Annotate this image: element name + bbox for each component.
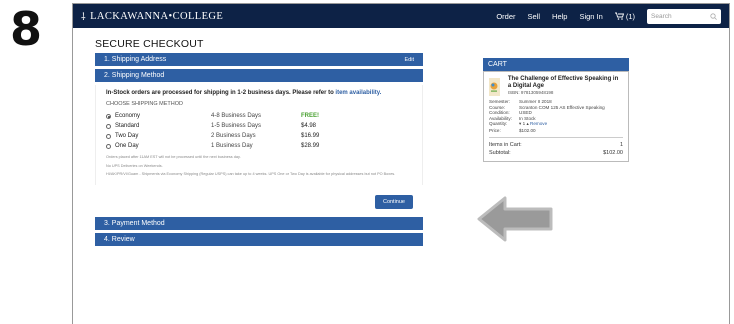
remove-link[interactable]: Remove [530,121,547,126]
search-input[interactable]: Search [647,8,721,24]
edit-address-link[interactable]: Edit [405,57,414,63]
quantity-down-icon[interactable]: ▾ [519,121,521,126]
book-isbn: ISBN: 9781305948198 [507,90,554,96]
option-name: Economy [115,113,141,119]
item-availability-link[interactable]: item availability. [335,90,381,96]
page-title: SECURE CHECKOUT [95,38,204,50]
logo-text: LACKAWANNA•COLLEGE [90,10,224,22]
step-number: 8 [10,2,43,56]
detail-label: Condition: [489,110,510,116]
search-placeholder: Search [651,12,672,20]
search-icon[interactable] [710,12,717,20]
step-payment-method[interactable]: 3. Payment Method [95,217,423,231]
nav-sign-in[interactable]: Sign In [579,12,602,21]
nav-sell[interactable]: Sell [528,12,541,21]
step-label: 3. Payment Method [104,220,165,228]
option-days: 2 Business Days [211,133,256,139]
detail-label: Quantity: [489,121,508,127]
shipping-option-two-day[interactable]: Two Day 2 Business Days $16.99 [106,131,412,141]
radio-two-day[interactable] [106,133,111,139]
step-shipping-method[interactable]: 2. Shipping Method [95,69,423,82]
weekend-note: No UPS Deliveries on Weekends. [106,163,163,168]
cart-link[interactable]: (1) [614,11,635,21]
quantity-value[interactable]: 1 [523,121,526,126]
option-days: 4-8 Business Days [211,113,262,119]
item-details: Semester: Summer II 2018 Course: Scranton … [489,99,623,133]
option-days: 1 Business Day [211,143,253,149]
radio-one-day[interactable] [106,143,111,149]
continue-row: Continue [95,185,423,217]
cart-body: The Challenge of Effective Speaking in a… [483,71,629,163]
detail-value: Summer II 2018 [519,99,552,104]
college-logo[interactable]: ⸸ LACKAWANNA•COLLEGE [81,9,224,24]
detail-label: Course: [489,104,506,110]
cart-divider [489,136,623,138]
step-label: 1. Shipping Address [104,56,167,63]
shopping-cart-icon [614,12,624,20]
radio-economy[interactable] [106,113,111,119]
step-label: 4. Review [104,236,135,244]
option-price: FREE! [301,113,319,119]
top-nav: Order Sell Help Sign In (1) Search [496,8,721,24]
step-label: 2. Shipping Method [104,72,165,79]
items-label: Items in Cart: [489,141,522,148]
option-price: $28.99 [301,143,320,149]
radio-standard[interactable] [106,123,111,129]
items-in-cart-row: Items in Cart: 1 [489,142,623,150]
continue-button[interactable]: Continue [374,195,413,210]
shipping-option-one-day[interactable]: One Day 1 Business Day $28.99 [106,141,412,151]
cart-count: (1) [625,11,635,21]
step-shipping-address[interactable]: 1. Shipping Address Edit [95,53,423,66]
option-price: $4.98 [301,123,317,129]
nav-order[interactable]: Order [496,12,515,21]
choose-method-label: CHOOSE SHIPPING METHOD [106,101,184,107]
top-nav-bar: ⸸ LACKAWANNA•COLLEGE Order Sell Help Sig… [73,4,729,28]
cart-item: The Challenge of Effective Speaking in a… [489,76,623,96]
subtotal-value: $102.00 [603,149,623,156]
notice-text: In-Stock orders are processed for shippi… [106,90,336,96]
shipping-option-economy[interactable]: Economy 4-8 Business Days FREE! [106,111,412,121]
detail-label: Availability: [489,115,512,121]
quantity-control: ▾ 1 ▴ Remove [519,121,623,127]
cart-heading: CART [483,58,629,71]
nav-help[interactable]: Help [552,12,567,21]
cart-panel: CART The Challenge of Effective Speaking… [483,58,629,163]
step-review[interactable]: 4. Review [95,233,423,247]
logo-mark-icon: ⸸ [81,12,87,23]
detail-value: $102.00 [519,127,536,133]
detail-value: USED [519,110,532,116]
quantity-up-icon[interactable]: ▴ [526,121,528,126]
pointer-arrow-icon [477,196,553,242]
option-name: One Day [115,143,139,149]
processing-notice: In-Stock orders are processed for shippi… [106,90,412,96]
option-price: $16.99 [301,133,320,139]
book-cover-image [489,78,500,96]
detail-label: Semester: [489,99,510,104]
shipping-method-panel: In-Stock orders are processed for shippi… [95,85,423,186]
option-name: Standard [115,123,140,129]
detail-label: Price: [489,127,501,133]
subtotal-row: Subtotal: $102.00 [489,150,623,158]
book-cover-icon [490,82,498,92]
detail-value: In Stock [519,115,536,121]
subtotal-label: Subtotal: [489,149,511,156]
option-name: Two Day [115,133,139,139]
items-value: 1 [619,141,623,148]
book-title[interactable]: The Challenge of Effective Speaking in a… [508,76,623,90]
detail-value: Scranton COM 125 AS Effective Speaking [519,104,605,110]
territory-note: HI/AK/PR/VI/Guam - Shipments via Economy… [106,172,396,177]
shipping-option-standard[interactable]: Standard 1-5 Business Days $4.98 [106,121,412,131]
option-days: 1-5 Business Days [211,123,262,129]
cutoff-note: Orders placed after 11AM EST will not be… [106,155,241,159]
